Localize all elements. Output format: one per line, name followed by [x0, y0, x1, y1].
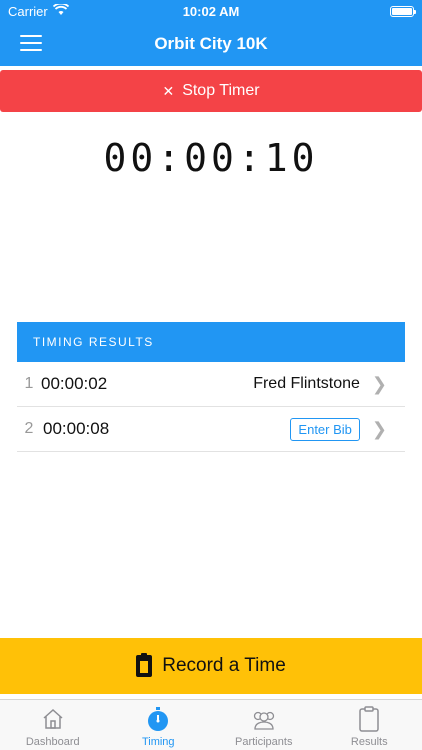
close-icon: ✕ — [162, 82, 175, 99]
result-row[interactable]: 2 00:00:08 Enter Bib ❯ — [17, 407, 405, 452]
participant-name: Fred Flintstone — [253, 375, 360, 392]
chevron-right-icon: ❯ — [371, 373, 387, 394]
tab-bar: Dashboard Timing Participants Results — [0, 699, 422, 750]
record-time-label: Record a Time — [162, 655, 286, 676]
tab-label: Results — [350, 736, 388, 748]
tab-participants[interactable]: Participants — [211, 700, 317, 750]
clipboard-icon — [136, 653, 153, 677]
clipboard-icon — [358, 706, 380, 732]
nav-bar: Orbit City 10K — [0, 22, 422, 66]
status-bar: Carrier 10:02 AM — [0, 0, 422, 22]
chevron-right-icon: ❯ — [371, 418, 387, 439]
result-row[interactable]: 1 00:00:02 Fred Flintstone ❯ — [17, 362, 405, 407]
status-right — [390, 5, 416, 17]
timing-results: TIMING RESULTS 1 00:00:02 Fred Flintston… — [17, 322, 405, 452]
stop-timer-button[interactable]: ✕ Stop Timer — [0, 70, 422, 112]
tab-label: Participants — [235, 736, 293, 748]
stop-timer-label: Stop Timer — [182, 82, 260, 99]
tab-label: Dashboard — [25, 736, 80, 748]
tab-results[interactable]: Results — [317, 700, 422, 750]
stopwatch-icon — [145, 706, 171, 732]
enter-bib-button[interactable]: Enter Bib — [290, 417, 360, 441]
tab-dashboard[interactable]: Dashboard — [0, 700, 106, 750]
timer-display: 00:00:10 — [103, 136, 319, 180]
tab-label: Timing — [141, 736, 175, 748]
row-time: 00:00:08 — [43, 419, 110, 438]
home-icon — [41, 706, 65, 732]
record-time-button[interactable]: Record a Time — [0, 638, 422, 694]
row-time: 00:00:02 — [41, 374, 108, 393]
tab-timing[interactable]: Timing — [106, 700, 212, 750]
results-header: TIMING RESULTS — [17, 322, 405, 362]
row-index: 1 — [24, 375, 34, 392]
menu-icon[interactable] — [20, 35, 42, 51]
status-time: 10:02 AM — [182, 3, 240, 19]
people-icon — [249, 706, 279, 732]
page-title: Orbit City 10K — [154, 34, 268, 53]
row-index: 2 — [24, 420, 34, 437]
battery-icon — [390, 5, 416, 17]
